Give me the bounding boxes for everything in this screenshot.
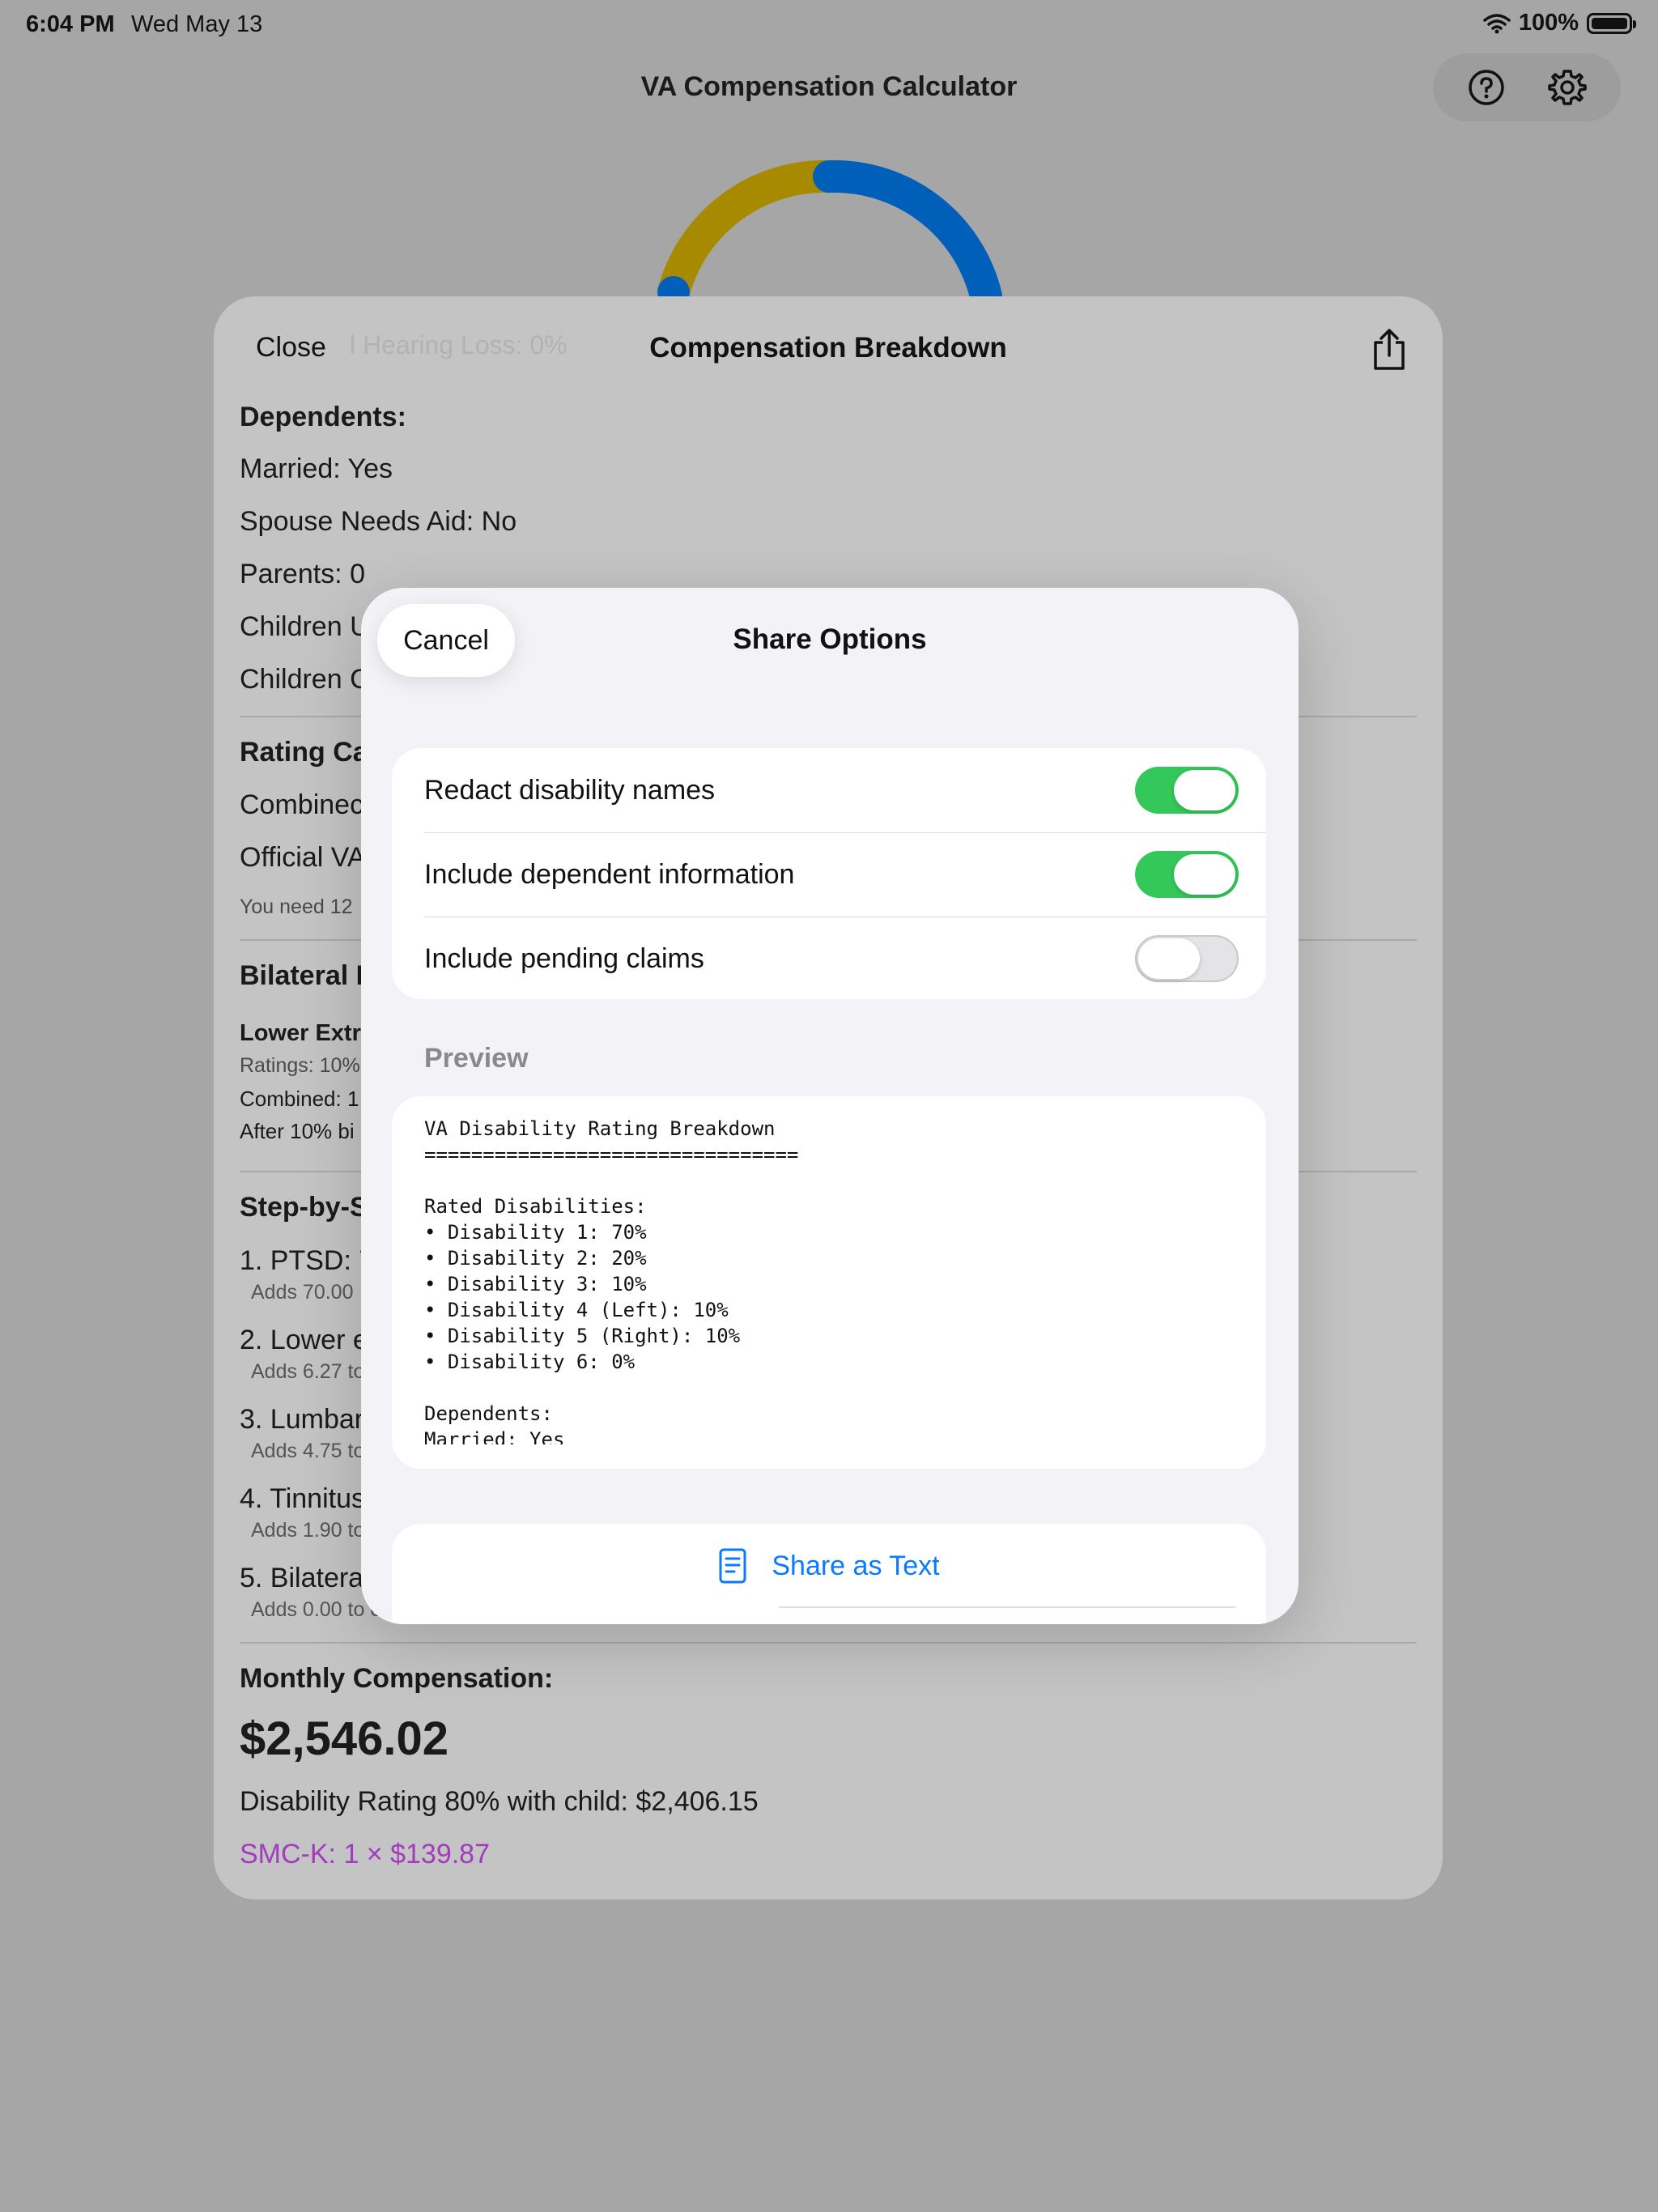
- sheet-title: Compensation Breakdown: [649, 332, 1007, 364]
- share-as-text-button[interactable]: Share as Text: [392, 1524, 1266, 1608]
- combined-small-text: Combined: 1: [240, 1087, 359, 1111]
- battery-percent: 100%: [1518, 10, 1579, 36]
- options-card: Redact disability names Include dependen…: [392, 748, 1266, 999]
- option-label: Include dependent information: [424, 858, 795, 890]
- steps-heading: Step-by-S: [240, 1192, 368, 1223]
- help-button[interactable]: [1462, 63, 1511, 112]
- share-actions-card: Share as Text: [392, 1524, 1266, 1624]
- rating-heading: Rating Ca: [240, 737, 368, 768]
- modal-title: Share Options: [733, 623, 927, 655]
- lower-extremity-heading: Lower Extr: [240, 1020, 361, 1046]
- option-include-dependents[interactable]: Include dependent information: [392, 832, 1266, 917]
- app-title: VA Compensation Calculator: [640, 71, 1018, 102]
- official-rating-text: Official VA: [240, 842, 366, 873]
- gauge-segment-blue: [813, 160, 1002, 300]
- share-button[interactable]: [1365, 325, 1414, 374]
- document-icon: [719, 1548, 746, 1584]
- battery-icon: [1587, 12, 1636, 34]
- bilateral-heading: Bilateral F: [240, 960, 373, 991]
- settings-button[interactable]: [1543, 63, 1592, 112]
- status-right: 100%: [1483, 10, 1636, 36]
- step-2-sub: Adds 6.27 to: [251, 1360, 365, 1383]
- smc-text: SMC-K: 1 × $139.87: [240, 1839, 491, 1870]
- option-include-pending[interactable]: Include pending claims: [392, 917, 1266, 1001]
- step-5-text: 5. Bilatera: [240, 1563, 364, 1593]
- nav-toolbar: [1433, 53, 1621, 121]
- step-4-text: 4. Tinnitus: [240, 1483, 365, 1514]
- children-under-text: Children U: [240, 611, 370, 642]
- preview-card[interactable]: VA Disability Rating Breakdown =========…: [392, 1096, 1266, 1469]
- step-1-text: 1. PTSD: 7: [240, 1245, 375, 1276]
- share-icon: [1374, 329, 1405, 370]
- preview-text: VA Disability Rating Breakdown =========…: [424, 1117, 799, 1444]
- step-5-sub: Adds 0.00 to c: [251, 1598, 380, 1621]
- sheet-header: l Hearing Loss: 0% Close Compensation Br…: [214, 296, 1443, 400]
- option-label: Redact disability names: [424, 774, 716, 806]
- rating-gauge: [657, 160, 1002, 300]
- children-over-text: Children C: [240, 664, 370, 695]
- divider: [240, 1642, 1417, 1644]
- step-3-sub: Adds 4.75 to: [251, 1440, 365, 1462]
- step-3-text: 3. Lumbar: [240, 1404, 364, 1435]
- include-dependents-toggle[interactable]: [1135, 851, 1239, 898]
- step-4-sub: Adds 1.90 to: [251, 1519, 365, 1542]
- share-separator: [779, 1606, 1235, 1608]
- option-label: Include pending claims: [424, 942, 704, 974]
- need-note-text: You need 12: [240, 895, 353, 918]
- married-text: Married: Yes: [240, 453, 393, 484]
- share-options-modal: Cancel Share Options Redact disability n…: [361, 588, 1299, 1624]
- wifi-icon: [1483, 13, 1511, 33]
- status-bar: 6:04 PM Wed May 13 100%: [0, 0, 1658, 52]
- step-1-sub: Adds 70.00: [251, 1281, 354, 1304]
- help-icon: [1469, 70, 1504, 105]
- redact-names-toggle[interactable]: [1135, 767, 1239, 814]
- share-as-text-label: Share as Text: [772, 1550, 940, 1581]
- after-bilateral-text: After 10% bi: [240, 1119, 355, 1143]
- gauge-segment-gold: [657, 160, 830, 297]
- monthly-heading: Monthly Compensation:: [240, 1663, 554, 1694]
- ratings-text: Ratings: 10%: [240, 1054, 360, 1077]
- step-2-text: 2. Lower e: [240, 1325, 368, 1355]
- parents-text: Parents: 0: [240, 559, 365, 589]
- status-time: 6:04 PM: [26, 11, 115, 37]
- combined-text: Combinec: [240, 789, 364, 820]
- include-pending-toggle[interactable]: [1135, 935, 1239, 982]
- monthly-amount: $2,546.02: [240, 1712, 449, 1765]
- dependents-heading: Dependents:: [240, 402, 406, 432]
- spouse-aid-text: Spouse Needs Aid: No: [240, 506, 517, 537]
- status-date: Wed May 13: [131, 11, 263, 37]
- rating-with-child-text: Disability Rating 80% with child: $2,406…: [240, 1786, 759, 1817]
- gear-icon: [1548, 70, 1587, 105]
- preview-label: Preview: [424, 1043, 529, 1074]
- option-redact-names[interactable]: Redact disability names: [392, 748, 1266, 832]
